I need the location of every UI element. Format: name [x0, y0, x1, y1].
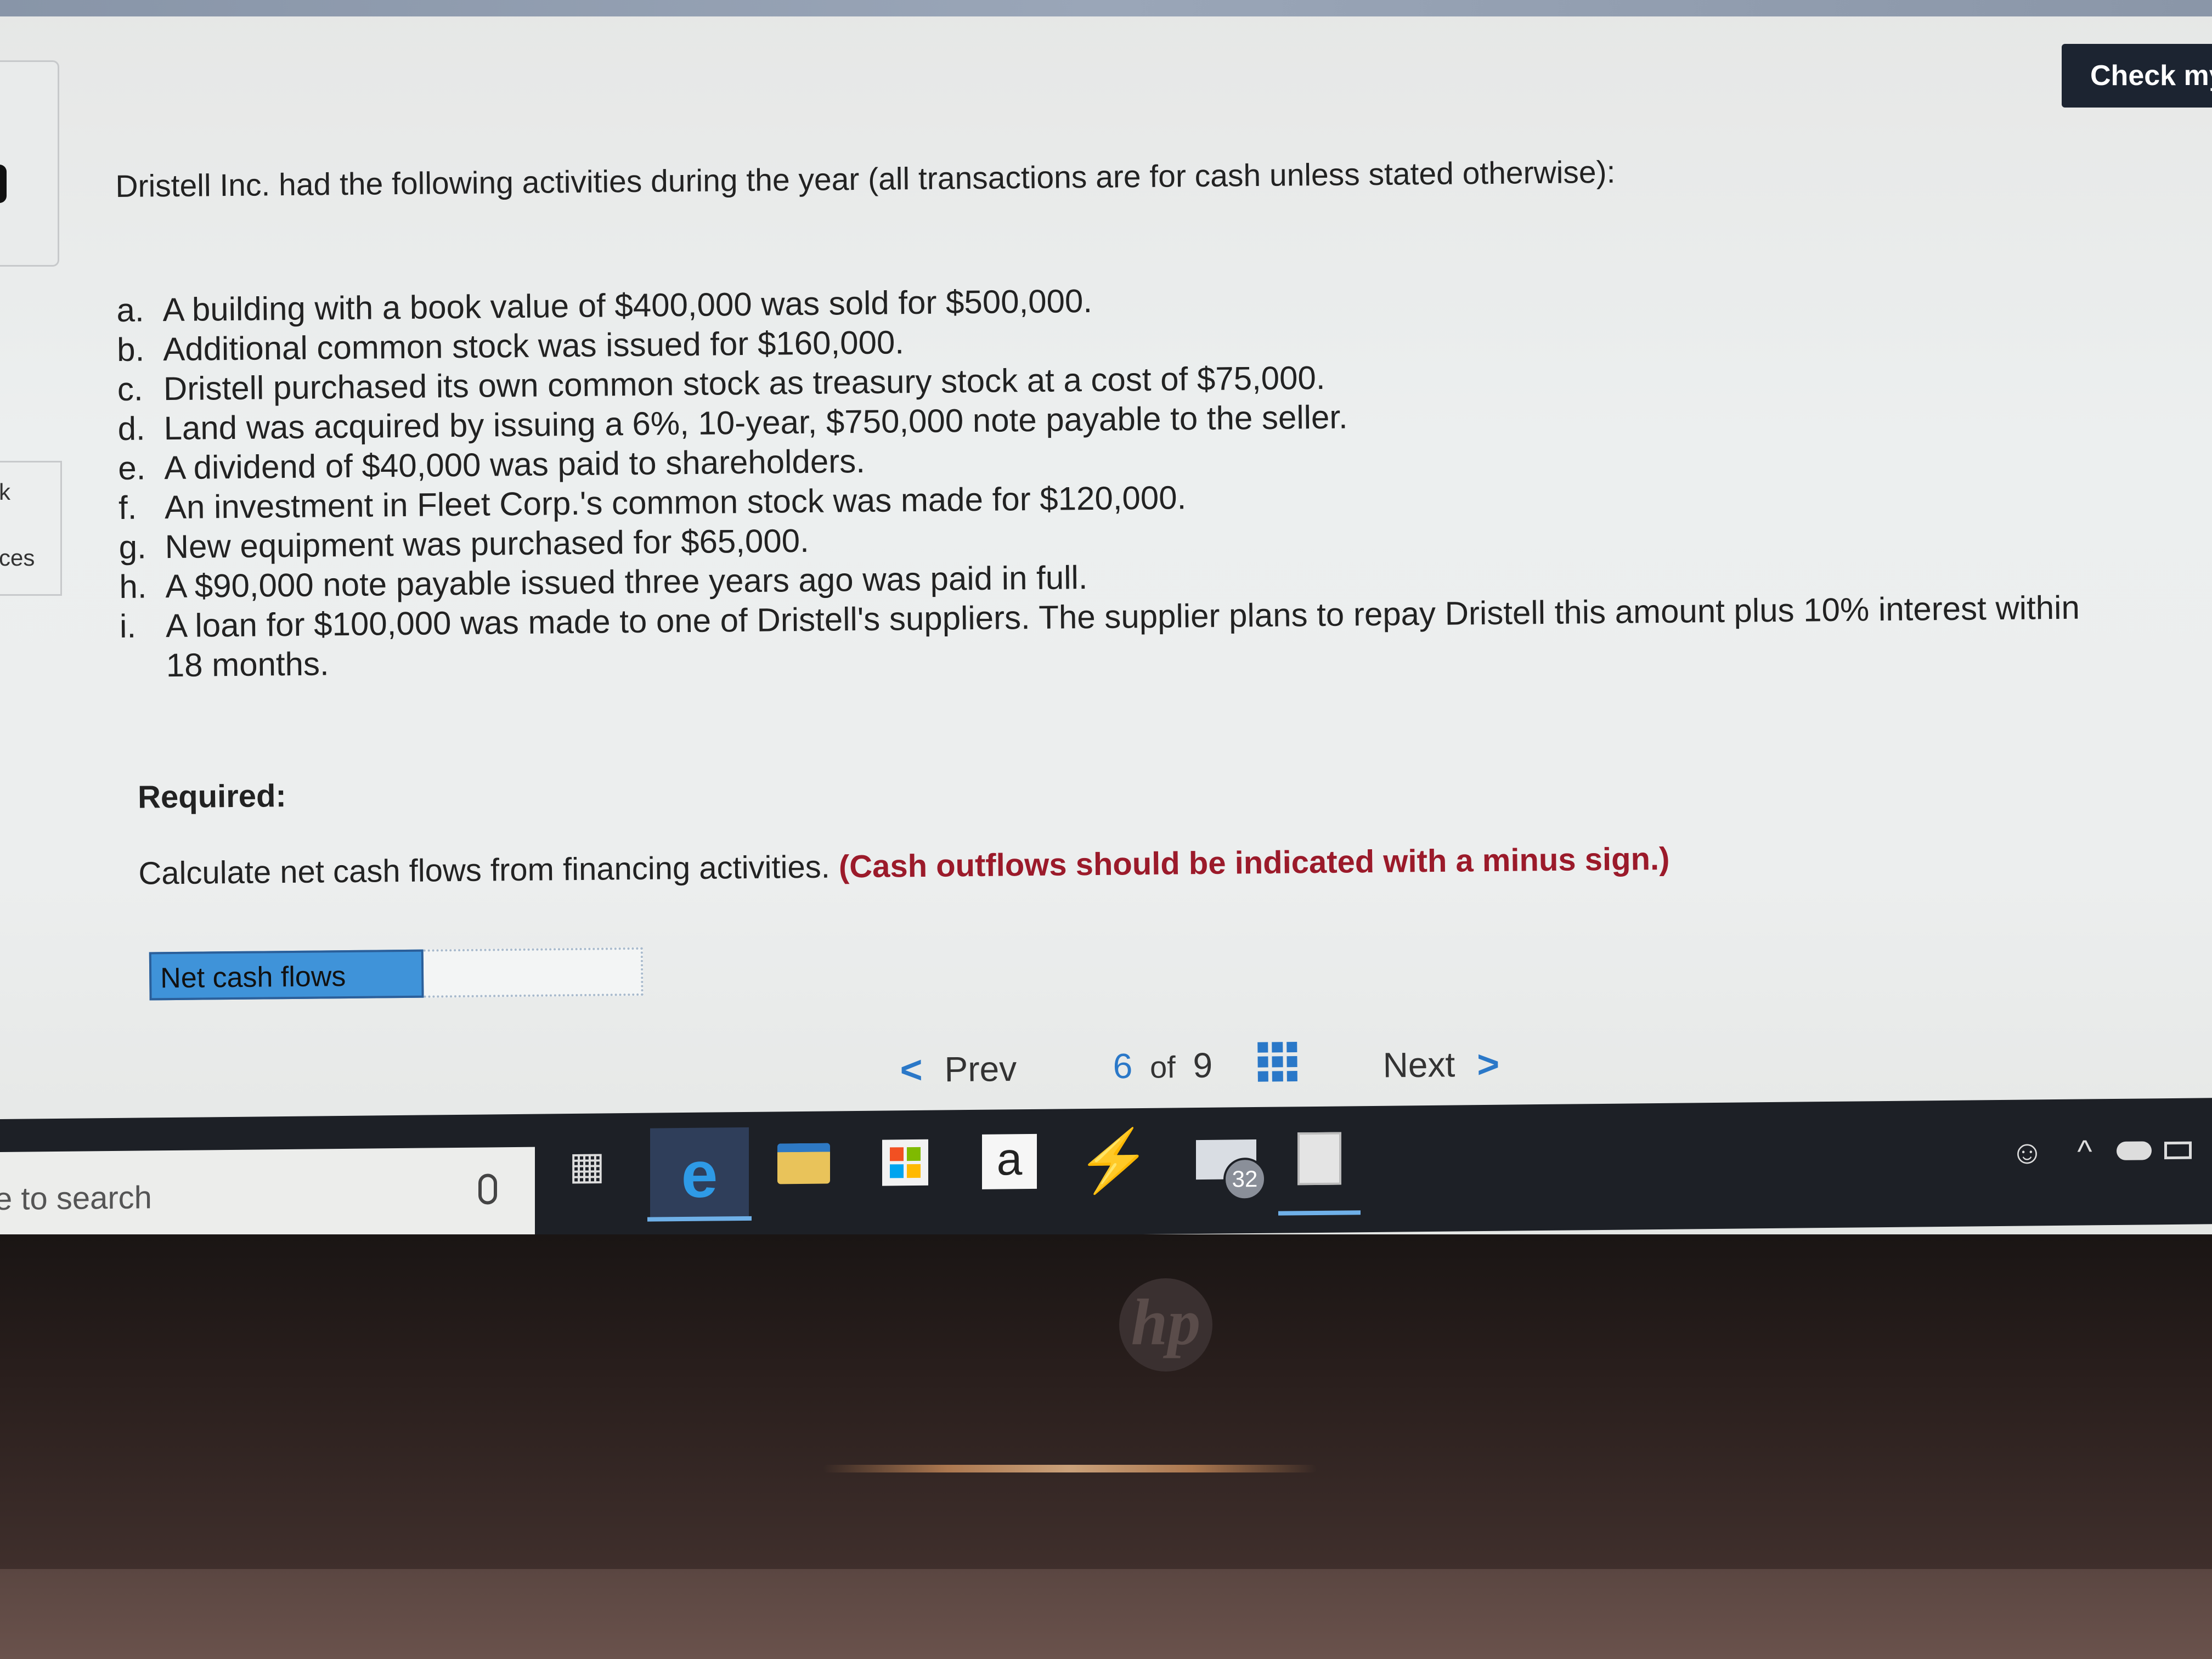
- next-button[interactable]: Next >: [1383, 1042, 1499, 1087]
- store-icon[interactable]: [875, 1132, 935, 1193]
- of-label: of: [1149, 1049, 1176, 1085]
- question-content: Dristell Inc. had the following activiti…: [115, 145, 2153, 1001]
- item-letter: d.: [117, 410, 145, 447]
- item-letter: a.: [116, 291, 144, 329]
- check-my-work-button[interactable]: Check my: [2062, 44, 2212, 108]
- current-page: 6: [1113, 1046, 1133, 1086]
- file-explorer-icon[interactable]: [774, 1133, 834, 1194]
- bolt-app-icon[interactable]: ⚡: [1076, 1126, 1152, 1194]
- show-hidden-icons-icon[interactable]: ^: [2068, 1121, 2101, 1182]
- amazon-glyph: a: [982, 1133, 1037, 1189]
- top-strip: [0, 0, 2212, 16]
- item-letter: e.: [117, 449, 146, 487]
- people-icon[interactable]: ☺: [1997, 1121, 2057, 1182]
- microphone-icon[interactable]: [478, 1173, 497, 1205]
- question-intro: Dristell Inc. had the following activiti…: [115, 154, 1616, 204]
- item-letter: b.: [116, 331, 145, 368]
- answer-table: Net cash flows: [149, 933, 2153, 1001]
- left-edge-button[interactable]: [0, 165, 7, 203]
- calculator-icon[interactable]: [1289, 1128, 1350, 1189]
- battery-icon[interactable]: [2156, 1120, 2200, 1181]
- chevron-right-icon: >: [1476, 1042, 1500, 1086]
- windows-taskbar: e to search ▦ e a ⚡ 32 ☺ ^: [0, 1098, 2212, 1245]
- net-cash-flows-input[interactable]: [423, 947, 644, 998]
- active-app-indicator: [647, 1216, 752, 1222]
- hp-logo-icon: hp: [1119, 1278, 1212, 1372]
- prev-button[interactable]: < Prev: [900, 1047, 1017, 1092]
- mail-unread-badge: 32: [1223, 1157, 1266, 1201]
- onedrive-cloud-icon[interactable]: [2112, 1120, 2156, 1181]
- instruction-note: (Cash outflows should be indicated with …: [838, 840, 1670, 885]
- left-side-tabs: k ces: [0, 461, 62, 596]
- instruction-text: Calculate net cash flows from financing …: [138, 836, 2152, 891]
- item-letter: f.: [118, 489, 137, 526]
- taskbar-search-box[interactable]: e to search: [0, 1147, 535, 1245]
- left-tab-k[interactable]: k: [0, 479, 10, 505]
- chevron-left-icon: <: [900, 1048, 923, 1091]
- amazon-icon[interactable]: a: [979, 1131, 1040, 1192]
- task-view-icon[interactable]: ▦: [557, 1135, 617, 1196]
- search-placeholder: e to search: [0, 1180, 152, 1217]
- grid-view-icon[interactable]: [1257, 1042, 1297, 1082]
- total-pages: 9: [1193, 1045, 1213, 1085]
- question-navigation: < Prev 6 of 9 Next >: [900, 1025, 1537, 1108]
- required-heading: Required:: [137, 778, 287, 815]
- instruction-main: Calculate net cash flows from financing …: [138, 849, 831, 891]
- page-indicator: 6 of 9: [1113, 1045, 1212, 1087]
- left-tab-ces[interactable]: ces: [0, 545, 35, 571]
- prev-label: Prev: [944, 1048, 1017, 1090]
- browser-screen: k ces Check my Dristell Inc. had the fol…: [0, 0, 2212, 1245]
- net-cash-flows-label: Net cash flows: [149, 949, 424, 1001]
- left-side-panel[interactable]: [0, 60, 59, 267]
- item-letter: i.: [119, 607, 137, 645]
- hinge-reflection: [823, 1465, 1317, 1472]
- activity-list: a. A building with a book value of $400,0…: [116, 271, 2150, 685]
- item-letter: g.: [119, 528, 147, 566]
- item-letter: h.: [119, 568, 147, 605]
- edge-browser-icon[interactable]: e: [650, 1127, 749, 1222]
- next-label: Next: [1383, 1045, 1455, 1085]
- item-letter: c.: [117, 370, 143, 408]
- running-app-indicator: [1278, 1210, 1361, 1216]
- laptop-base: [0, 1569, 2212, 1659]
